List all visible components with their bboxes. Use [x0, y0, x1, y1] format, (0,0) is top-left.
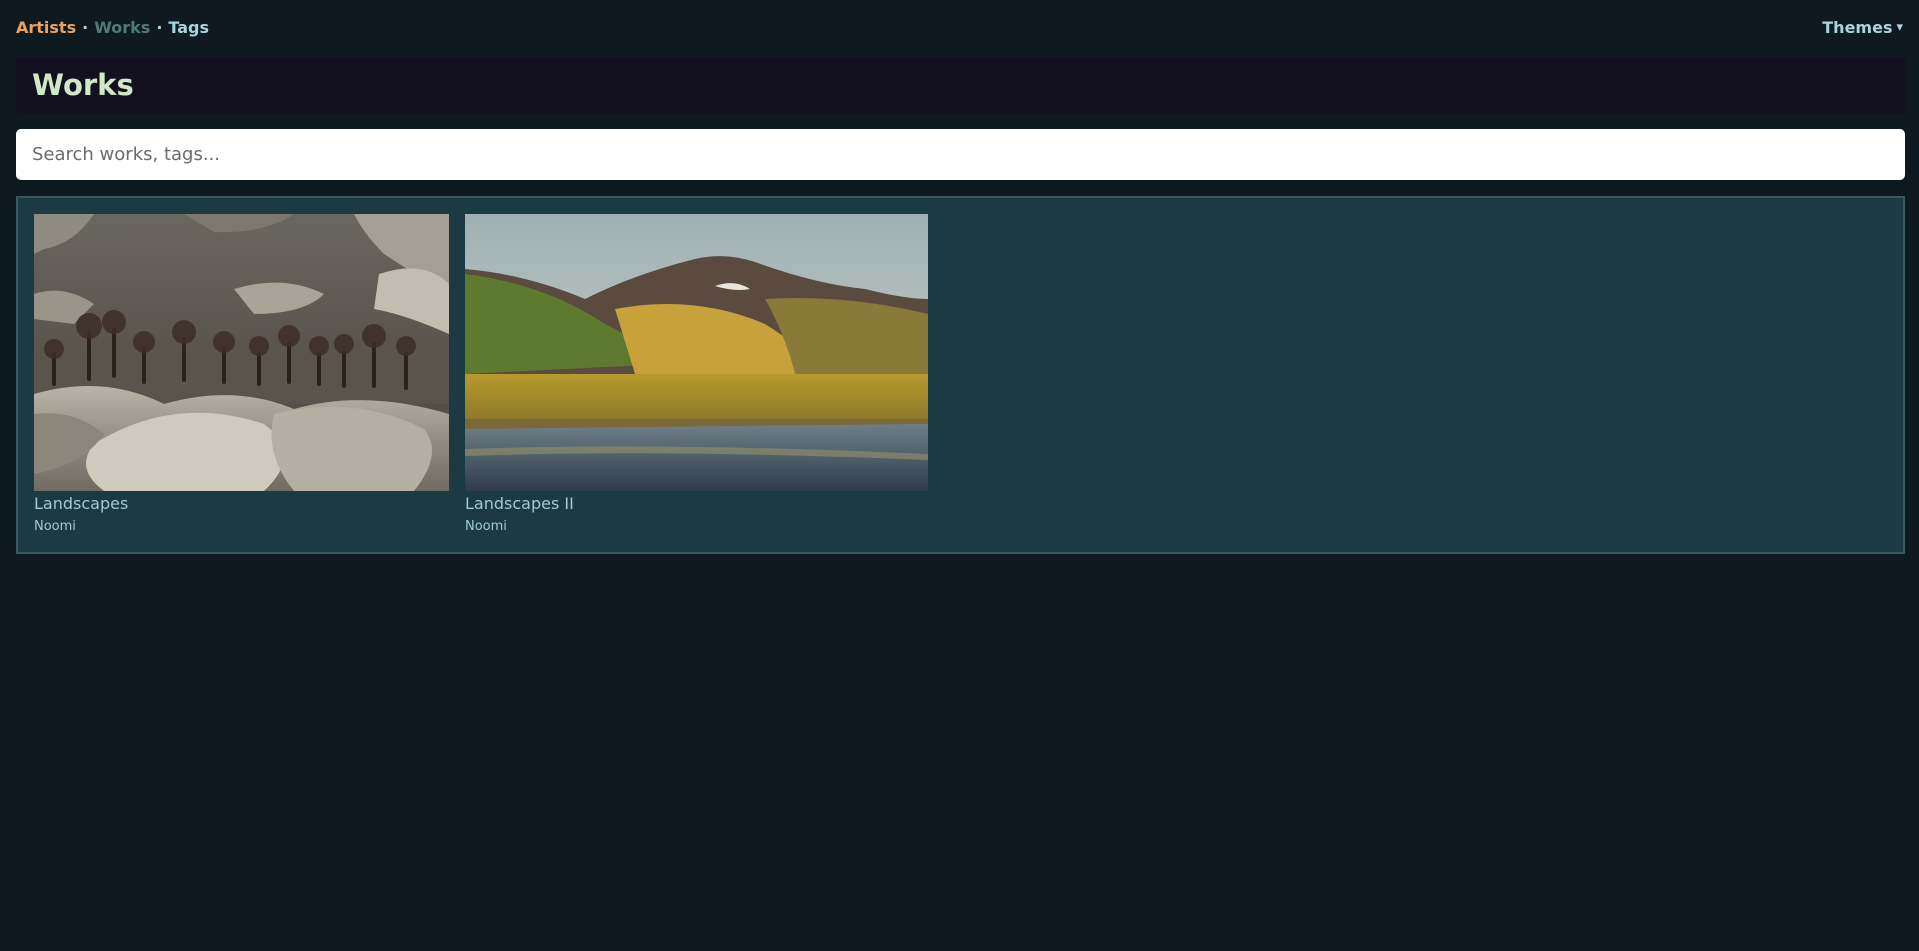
nav-separator: ·: [156, 17, 163, 37]
mountain-landscape-image: [465, 214, 928, 491]
nav-link-works[interactable]: Works: [94, 18, 150, 37]
page-title: Works: [32, 68, 134, 102]
themes-dropdown[interactable]: Themes ▾: [1822, 18, 1903, 37]
work-thumbnail[interactable]: [34, 214, 449, 491]
caret-down-icon: ▾: [1896, 19, 1903, 35]
work-card[interactable]: Landscapes Noomi: [34, 214, 449, 535]
work-title[interactable]: Landscapes: [34, 493, 449, 515]
nav-separator: ·: [82, 17, 89, 37]
nav-link-tags[interactable]: Tags: [168, 18, 209, 37]
work-title[interactable]: Landscapes II: [465, 493, 928, 515]
works-gallery: Landscapes Noomi Landscapes II Noomi: [16, 196, 1905, 554]
rocky-landscape-image: [34, 214, 449, 491]
search-input[interactable]: [16, 129, 1905, 180]
nav-link-artists[interactable]: Artists: [16, 18, 76, 37]
top-navigation: Artists · Works · Tags Themes ▾: [16, 0, 1903, 54]
work-artist[interactable]: Noomi: [34, 518, 449, 535]
work-artist[interactable]: Noomi: [465, 518, 928, 535]
themes-label: Themes: [1822, 17, 1893, 37]
nav-links: Artists · Works · Tags: [16, 18, 209, 37]
page-header: Works: [16, 57, 1905, 113]
work-thumbnail[interactable]: [465, 214, 928, 491]
work-card[interactable]: Landscapes II Noomi: [465, 214, 928, 535]
